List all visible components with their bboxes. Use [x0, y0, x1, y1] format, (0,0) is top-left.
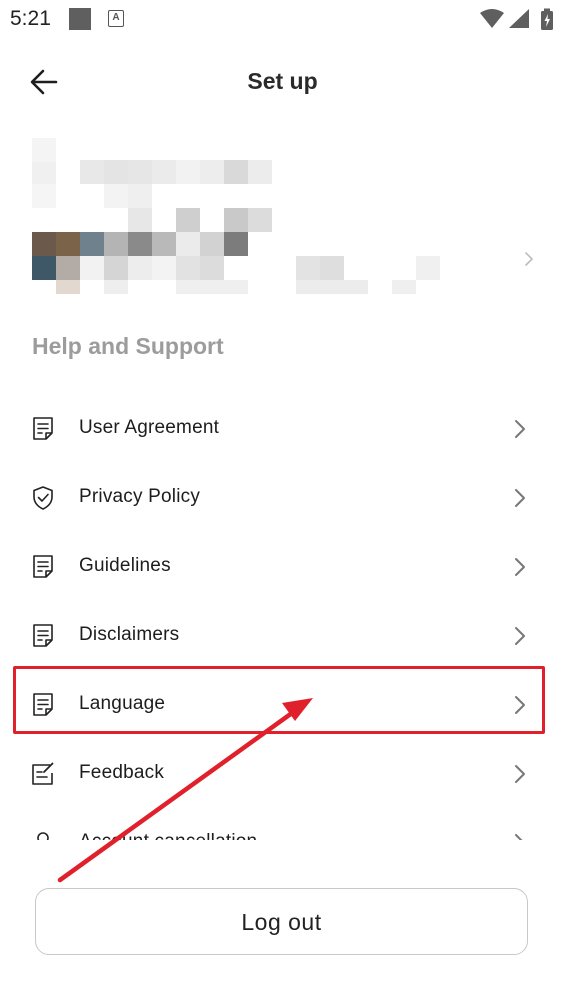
- status-bar: 5:21 A: [0, 0, 565, 40]
- menu-item-feedback[interactable]: Feedback: [14, 739, 540, 808]
- shield-check-icon: [33, 486, 53, 510]
- logout-label: Log out: [241, 909, 322, 935]
- chevron-right-icon: [515, 558, 525, 576]
- menu-item-user-agreement[interactable]: User Agreement: [14, 394, 540, 463]
- menu-item-account-cancellation[interactable]: Account cancellation: [14, 808, 540, 840]
- chevron-right-icon: [515, 765, 525, 783]
- menu-item-label: Feedback: [79, 762, 165, 783]
- page-title: Set up: [247, 68, 318, 94]
- chevron-right-icon: [515, 696, 525, 714]
- chevron-right-icon: [515, 420, 525, 438]
- user-icon: [37, 832, 49, 840]
- menu-item-language[interactable]: Language: [14, 670, 540, 739]
- menu-item-label: Disclaimers: [79, 624, 180, 645]
- chevron-right-icon: [525, 252, 533, 266]
- menu-item-label: Guidelines: [79, 555, 171, 576]
- chevron-right-icon: [515, 834, 523, 840]
- chevron-right-icon: [515, 489, 525, 507]
- menu-item-label: Language: [79, 693, 166, 714]
- status-time: 5:21: [10, 7, 51, 30]
- document-icon: [33, 624, 53, 647]
- menu-item-guidelines[interactable]: Guidelines: [14, 532, 540, 601]
- app-header: Set up: [0, 50, 565, 114]
- profile-card[interactable]: [20, 132, 545, 300]
- menu-item-label: User Agreement: [79, 417, 220, 438]
- document-icon: [33, 417, 53, 440]
- menu-item-privacy-policy[interactable]: Privacy Policy: [14, 463, 540, 532]
- menu-item-disclaimers[interactable]: Disclaimers: [14, 601, 540, 670]
- battery-icon: [541, 8, 553, 30]
- section-title: Help and Support: [32, 333, 224, 359]
- edit-note-icon: [32, 762, 54, 785]
- document-icon: [33, 555, 53, 578]
- notification-icon: [69, 8, 91, 30]
- logout-button[interactable]: Log out: [35, 888, 528, 955]
- document-icon: [33, 693, 53, 716]
- signal-icon: [509, 9, 529, 28]
- menu-item-label: Privacy Policy: [79, 486, 201, 507]
- system-status-icons: [480, 8, 553, 30]
- settings-menu: User Agreement Privacy Policy Guidelines: [14, 394, 540, 840]
- wifi-icon: [480, 9, 504, 28]
- chevron-right-icon: [515, 627, 525, 645]
- menu-item-label: Account cancellation: [79, 831, 257, 840]
- keyboard-notification-icon: A: [108, 10, 124, 27]
